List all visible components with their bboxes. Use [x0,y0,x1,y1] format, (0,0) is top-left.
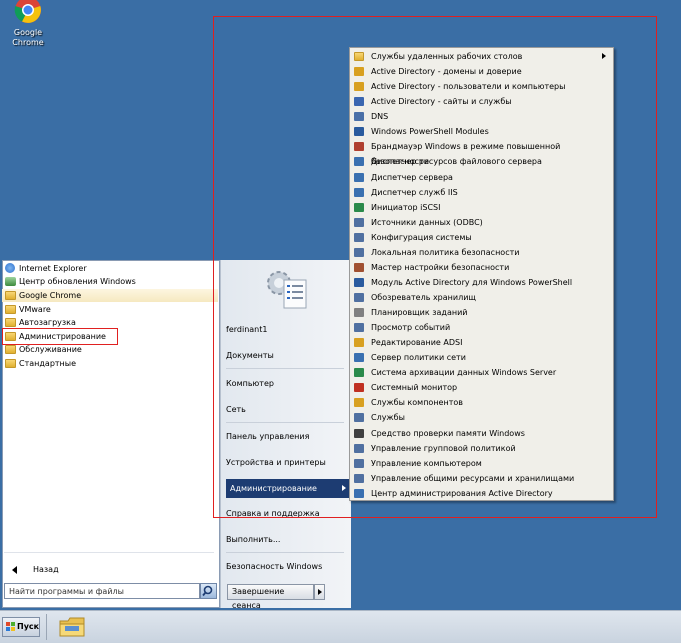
program-label: Стандартные [19,359,77,368]
program-item-accessories-folder[interactable]: Стандартные [2,357,218,370]
ie-icon [5,263,15,273]
search-icon [202,585,213,597]
search-input[interactable]: Найти программы и файлы [4,583,200,599]
windows-update-icon [5,277,16,286]
search-placeholder: Найти программы и файлы [9,587,124,596]
item-label: Выполнить... [226,535,281,544]
program-label: Центр обновления Windows [19,277,136,286]
program-label: VMware [19,305,51,314]
folder-icon [5,345,16,354]
item-label: Безопасность Windows [226,562,323,571]
windows-security-item[interactable]: Безопасность Windows [226,558,346,576]
folder-icon [5,318,16,327]
back-label: Назад [33,565,59,574]
program-label: Google Chrome [19,291,82,300]
windows-logo-icon [6,622,16,632]
divider [46,614,47,640]
start-label: Пуск [17,622,40,631]
program-item-internet-explorer[interactable]: Internet Explorer [2,262,218,275]
folder-icon [5,291,16,300]
triangle-left-icon [12,566,17,574]
program-label: Internet Explorer [19,264,87,273]
triangle-right-icon [318,589,322,595]
shutdown-button[interactable]: Завершение сеанса [227,584,314,610]
folder-icon [59,617,85,637]
desktop-icon-label: Google Chrome [12,28,44,47]
program-item-google-chrome-folder[interactable]: Google Chrome [2,289,218,302]
shutdown-options-button[interactable] [314,584,325,600]
divider [226,552,344,553]
taskbar [0,610,681,643]
divider [4,552,214,553]
run-item[interactable]: Выполнить... [226,531,346,549]
explorer-taskbar-button[interactable] [56,614,86,640]
folder-icon [5,305,16,314]
desktop-icon-chrome[interactable]: Google Chrome [4,0,52,52]
program-item-vmware-folder[interactable]: VMware [2,303,218,316]
start-button[interactable]: Пуск [2,617,40,637]
folder-icon [5,359,16,368]
back-button[interactable]: Назад [2,563,218,577]
highlight-rect-submenu [213,16,657,518]
chrome-icon [14,0,41,23]
search-button[interactable] [200,583,217,599]
program-item-windows-update[interactable]: Центр обновления Windows [2,275,218,288]
highlight-rect-administration [2,328,118,345]
